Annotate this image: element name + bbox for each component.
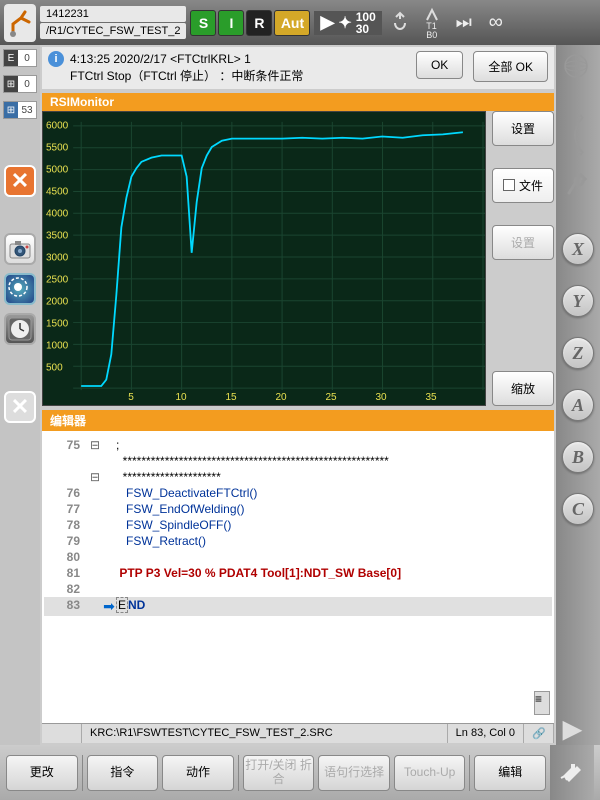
x-tick: 30 <box>375 392 386 403</box>
rsi-side-buttons: 设置 文件 设置 缩放 <box>492 111 554 406</box>
all-ok-button[interactable]: 全部 OK <box>473 51 548 82</box>
rsi-settings2-button: 设置 <box>492 225 554 260</box>
y-tick: 500 <box>46 362 63 373</box>
y-tick: 4000 <box>46 208 68 219</box>
y-tick: 6000 <box>46 120 68 131</box>
x-tick: 5 <box>128 392 134 403</box>
rsi-settings-button[interactable]: 设置 <box>492 111 554 146</box>
y-tick: 5500 <box>46 142 68 153</box>
close-button[interactable]: ✕ <box>4 165 36 197</box>
x-tick: 25 <box>325 392 336 403</box>
code-area[interactable]: 75⊟; ***********************************… <box>42 431 554 723</box>
bottom-toolbar: 更改 指令 动作 打开/关闭 折合 语句行选择 Touch-Up 编辑 <box>0 745 600 800</box>
hand-icon[interactable] <box>550 745 594 800</box>
code-line[interactable]: 79 FSW_Retract() <box>44 533 552 549</box>
rsi-chart[interactable]: 6000550050004500400035003000250020001500… <box>42 111 486 406</box>
line-select-button: 语句行选择 <box>318 755 390 791</box>
jog-axis-a[interactable]: A <box>562 389 594 421</box>
wrench-icon[interactable] <box>563 173 593 203</box>
editor-title: 编辑器 <box>42 410 554 431</box>
y-tick: 2000 <box>46 296 68 307</box>
rsi-zoom-button[interactable]: 缩放 <box>492 371 554 406</box>
scrollbar-hint[interactable]: ≡ <box>534 691 550 715</box>
rail-indicator-1[interactable]: ⊞0 <box>3 75 37 93</box>
y-tick: 3000 <box>46 252 68 263</box>
code-line[interactable]: ****************************************… <box>44 453 552 469</box>
jog-axis-y[interactable]: Y <box>562 285 594 317</box>
touchup-button: Touch-Up <box>394 755 466 791</box>
speed-override[interactable]: ▶ ✦ 100 30 <box>314 11 381 35</box>
y-tick: 1000 <box>46 340 68 351</box>
code-line[interactable]: 82 <box>44 581 552 597</box>
mode-s-button[interactable]: S <box>190 10 216 36</box>
y-tick: 1500 <box>46 318 68 329</box>
link-icon[interactable]: 🔗 <box>524 724 554 743</box>
jog-axis-c[interactable]: C <box>562 493 594 525</box>
jog-axis-x[interactable]: X <box>562 233 594 265</box>
fold-button: 打开/关闭 折合 <box>243 755 315 791</box>
program-path: /R1/CYTEC_FSW_TEST_2 <box>40 23 186 39</box>
settings-icon[interactable] <box>4 273 36 305</box>
code-line[interactable]: 76 FSW_DeactivateFTCtrl() <box>44 485 552 501</box>
status-path: KRC:\R1\FSWTEST\CYTEC_FSW_TEST_2.SRC <box>82 724 448 743</box>
y-tick: 3500 <box>46 230 68 241</box>
speed-bottom: 30 <box>356 23 376 35</box>
program-path-box[interactable]: 1412231 /R1/CYTEC_FSW_TEST_2 <box>40 5 186 40</box>
right-jog-rail: XYZABC ▶ <box>556 45 600 745</box>
jog-axis-z[interactable]: Z <box>562 337 594 369</box>
y-tick: 2500 <box>46 274 68 285</box>
arc-icon[interactable] <box>563 113 593 143</box>
mode-i-button[interactable]: I <box>218 10 244 36</box>
motion-button[interactable]: 动作 <box>162 755 234 791</box>
jog-axis-b[interactable]: B <box>562 441 594 473</box>
left-rail: E0 ⊞0 ⊞53 ✕ ✕ <box>0 45 40 745</box>
infinity-icon[interactable]: ∞ <box>482 5 510 41</box>
camera-icon[interactable] <box>4 233 36 265</box>
command-button[interactable]: 指令 <box>87 755 159 791</box>
change-button[interactable]: 更改 <box>6 755 78 791</box>
edit-button[interactable]: 编辑 <box>474 755 546 791</box>
y-tick: 5000 <box>46 164 68 175</box>
globe-icon[interactable] <box>563 53 593 83</box>
play-icon[interactable]: ▶ <box>563 715 593 745</box>
code-line[interactable]: ⊟ ********************* <box>44 469 552 485</box>
serial-number: 1412231 <box>40 6 186 22</box>
rsi-panel: RSIMonitor 60005500500045004000350030002… <box>42 93 554 406</box>
code-line[interactable]: 77 FSW_EndOfWelding() <box>44 501 552 517</box>
code-line[interactable]: 80 <box>44 549 552 565</box>
status-bar: KRC:\R1\FSWTEST\CYTEC_FSW_TEST_2.SRC Ln … <box>42 723 554 743</box>
checkbox-icon <box>503 179 515 191</box>
message-timestamp: 4:13:25 2020/2/17 <FTCtrlKRL> 1 <box>70 51 406 68</box>
top-bar: 1412231 /R1/CYTEC_FSW_TEST_2 S I R Aut ▶… <box>0 0 600 45</box>
code-line[interactable]: 81 PTP P3 Vel=30 % PDAT4 Tool[1]:NDT_SW … <box>44 565 552 581</box>
x-tick: 15 <box>225 392 236 403</box>
speed-top: 100 <box>356 11 376 23</box>
mode-buttons: S I R Aut <box>190 10 310 36</box>
tool-base-icon[interactable]: T1B0 <box>418 5 446 41</box>
step-icon[interactable]: ⏭ <box>450 5 478 41</box>
robot-icon[interactable] <box>4 4 36 42</box>
ok-button[interactable]: OK <box>416 51 463 79</box>
code-line[interactable]: 83➡END <box>44 597 552 616</box>
x-tick: 35 <box>425 392 436 403</box>
close-button-dim: ✕ <box>4 391 36 423</box>
status-position: Ln 83, Col 0 <box>448 724 524 743</box>
code-line[interactable]: 75⊟; <box>44 437 552 453</box>
mode-aut-button[interactable]: Aut <box>274 10 310 36</box>
y-tick: 4500 <box>46 186 68 197</box>
rsi-title: RSIMonitor <box>42 93 554 111</box>
clock-icon[interactable] <box>4 313 36 345</box>
rail-indicator-2[interactable]: ⊞53 <box>3 101 37 119</box>
message-bar: i 4:13:25 2020/2/17 <FTCtrlKRL> 1 FTCtrl… <box>42 47 554 89</box>
mode-r-button[interactable]: R <box>246 10 272 36</box>
rsi-file-button[interactable]: 文件 <box>492 168 554 203</box>
x-tick: 20 <box>275 392 286 403</box>
rail-indicator-0[interactable]: E0 <box>3 49 37 67</box>
info-icon: i <box>48 51 64 67</box>
x-tick: 10 <box>175 392 186 403</box>
message-text: FTCtrl Stop（FTCtrl 停止） ：中断条件正常 <box>70 68 406 85</box>
run-icon[interactable] <box>386 5 414 41</box>
editor-panel: 编辑器 75⊟; *******************************… <box>42 410 554 743</box>
code-line[interactable]: 78 FSW_SpindleOFF() <box>44 517 552 533</box>
